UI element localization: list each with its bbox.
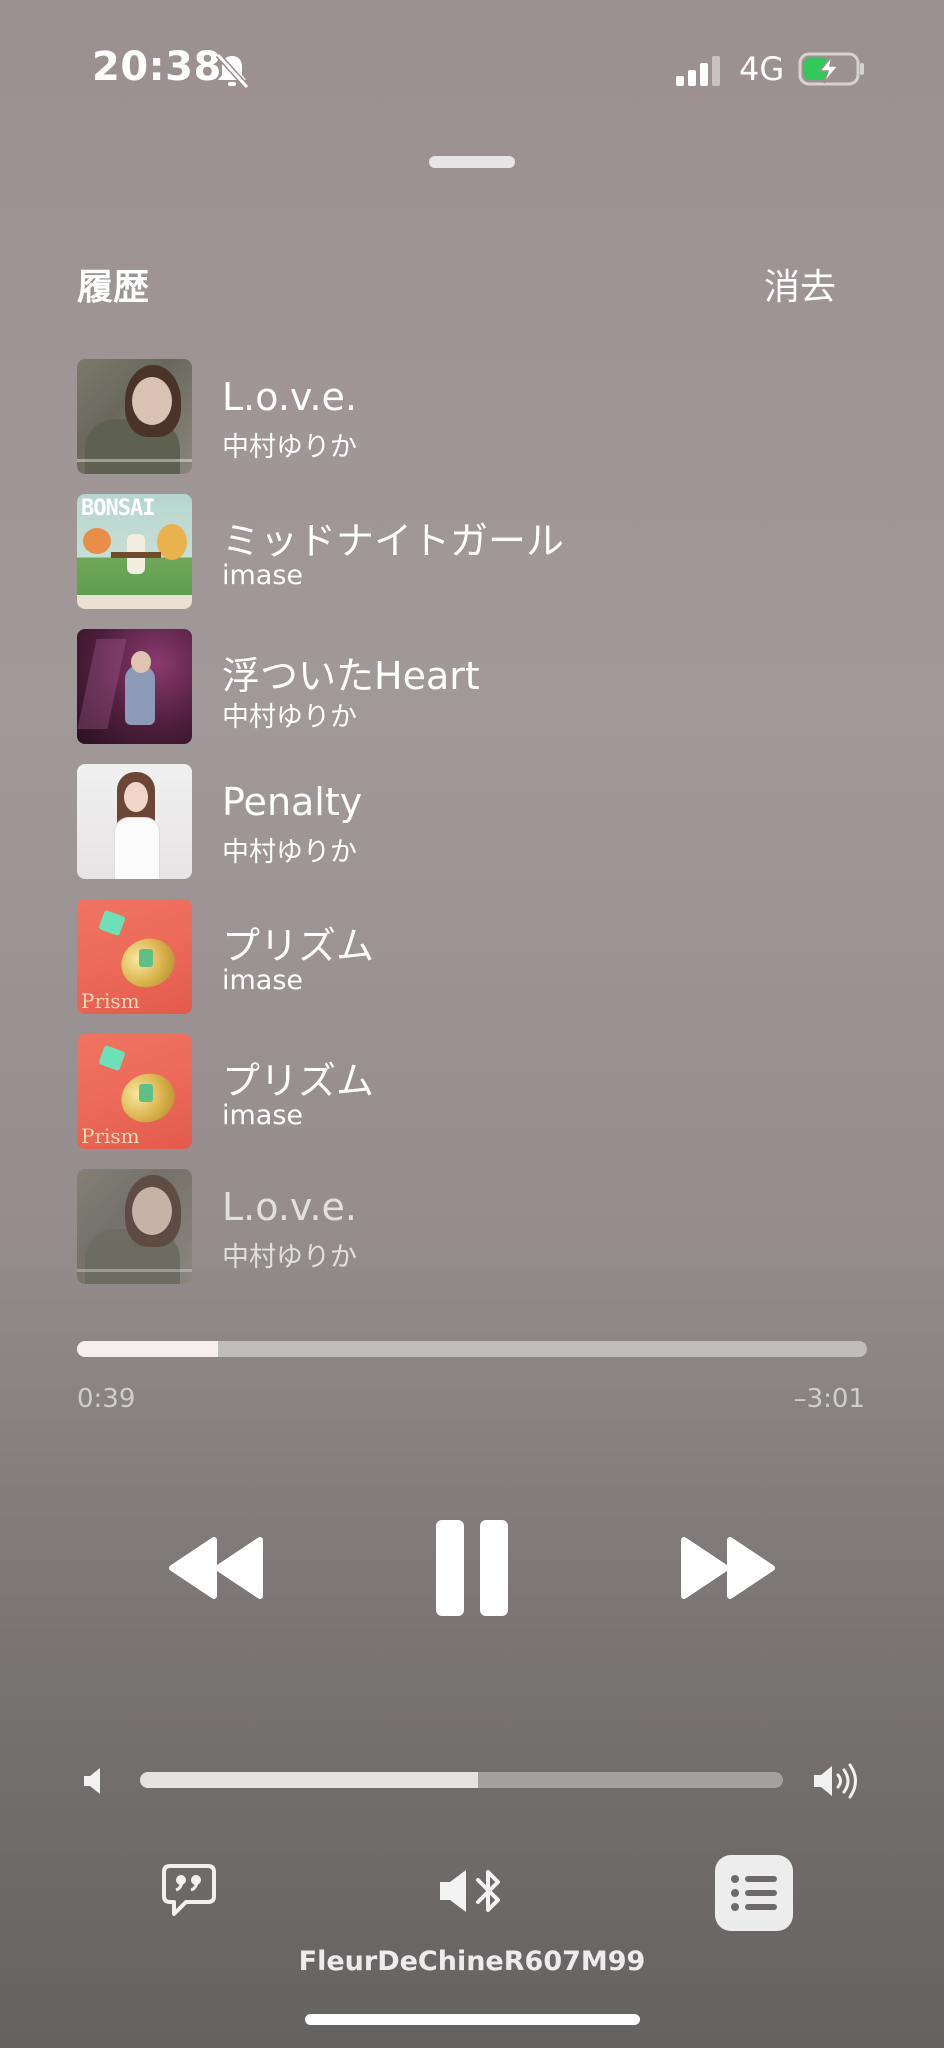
track-row[interactable]: Penalty 中村ゆりか: [77, 764, 867, 899]
speaker-low-icon: [84, 1768, 100, 1794]
album-artwork: Prism: [77, 899, 192, 1014]
artwork-text: BONSAI: [81, 496, 155, 521]
battery-charging-icon: [798, 52, 864, 86]
track-artist: imase: [222, 560, 304, 591]
audio-output-button[interactable]: [438, 1866, 508, 1916]
playback-scrubber[interactable]: [77, 1341, 867, 1357]
album-artwork: Prism: [77, 1034, 192, 1149]
track-artist: 中村ゆりか: [222, 1242, 357, 1273]
status-time: 20:38: [92, 44, 222, 90]
volume-slider[interactable]: [140, 1772, 783, 1788]
home-indicator[interactable]: [305, 2014, 640, 2025]
speaker-high-icon: [814, 1763, 857, 1799]
clear-history-button[interactable]: 消去: [764, 258, 836, 310]
track-row[interactable]: BONSAI ミッドナイトガール imase: [77, 494, 867, 629]
output-device-name: FleurDeChineR607M99: [298, 1946, 646, 1977]
queue-button[interactable]: [715, 1855, 793, 1931]
artwork-text: Prism: [81, 989, 140, 1013]
album-artwork: BONSAI: [77, 494, 192, 609]
status-bar: 20:38 4G: [0, 0, 944, 140]
album-artwork: [77, 764, 192, 879]
track-title: 浮ついたHeart: [222, 654, 480, 698]
track-artist: imase: [222, 965, 304, 996]
lyrics-button[interactable]: [160, 1862, 218, 1918]
track-title: プリズム: [222, 924, 375, 968]
playback-progress-fill: [77, 1341, 218, 1357]
volume-level-fill: [140, 1772, 478, 1788]
fast-forward-button[interactable]: [678, 1536, 778, 1600]
track-artist: 中村ゆりか: [222, 432, 357, 463]
album-artwork: [77, 359, 192, 474]
elapsed-time: 0:39: [77, 1384, 136, 1414]
rewind-button[interactable]: [166, 1536, 266, 1600]
history-list: L.o.v.e. 中村ゆりか BONSAI ミッドナイトガール imase 浮つ…: [77, 359, 867, 1304]
history-title: 履歴: [77, 267, 150, 308]
artwork-text: Prism: [81, 1124, 140, 1148]
track-title: L.o.v.e.: [222, 375, 357, 419]
track-title: Penalty: [222, 780, 363, 824]
track-row[interactable]: Prism プリズム imase: [77, 899, 867, 1034]
bell-slash-icon: [215, 52, 250, 90]
pause-button[interactable]: [436, 1520, 508, 1620]
network-type: 4G: [739, 50, 785, 88]
track-artist: imase: [222, 1100, 304, 1131]
cellular-signal-icon: [676, 56, 720, 86]
lyrics-icon: [162, 1864, 216, 1916]
track-row[interactable]: L.o.v.e. 中村ゆりか: [77, 1169, 867, 1304]
track-artist: 中村ゆりか: [222, 837, 357, 868]
album-artwork: [77, 629, 192, 744]
album-artwork: [77, 1169, 192, 1284]
track-row[interactable]: L.o.v.e. 中村ゆりか: [77, 359, 867, 494]
queue-list-icon: [731, 1875, 777, 1911]
bluetooth-speaker-icon: [440, 1870, 500, 1912]
track-row[interactable]: Prism プリズム imase: [77, 1034, 867, 1169]
pause-icon: [436, 1520, 508, 1616]
sheet-grabber[interactable]: [429, 156, 515, 168]
track-artist: 中村ゆりか: [222, 702, 357, 733]
remaining-time: –3:01: [793, 1384, 865, 1414]
track-title: L.o.v.e.: [222, 1185, 357, 1229]
track-title: プリズム: [222, 1059, 375, 1103]
rewind-icon: [169, 1537, 263, 1599]
track-row[interactable]: 浮ついたHeart 中村ゆりか: [77, 629, 867, 764]
track-title: ミッドナイトガール: [222, 519, 565, 563]
fast-forward-icon: [681, 1537, 775, 1599]
